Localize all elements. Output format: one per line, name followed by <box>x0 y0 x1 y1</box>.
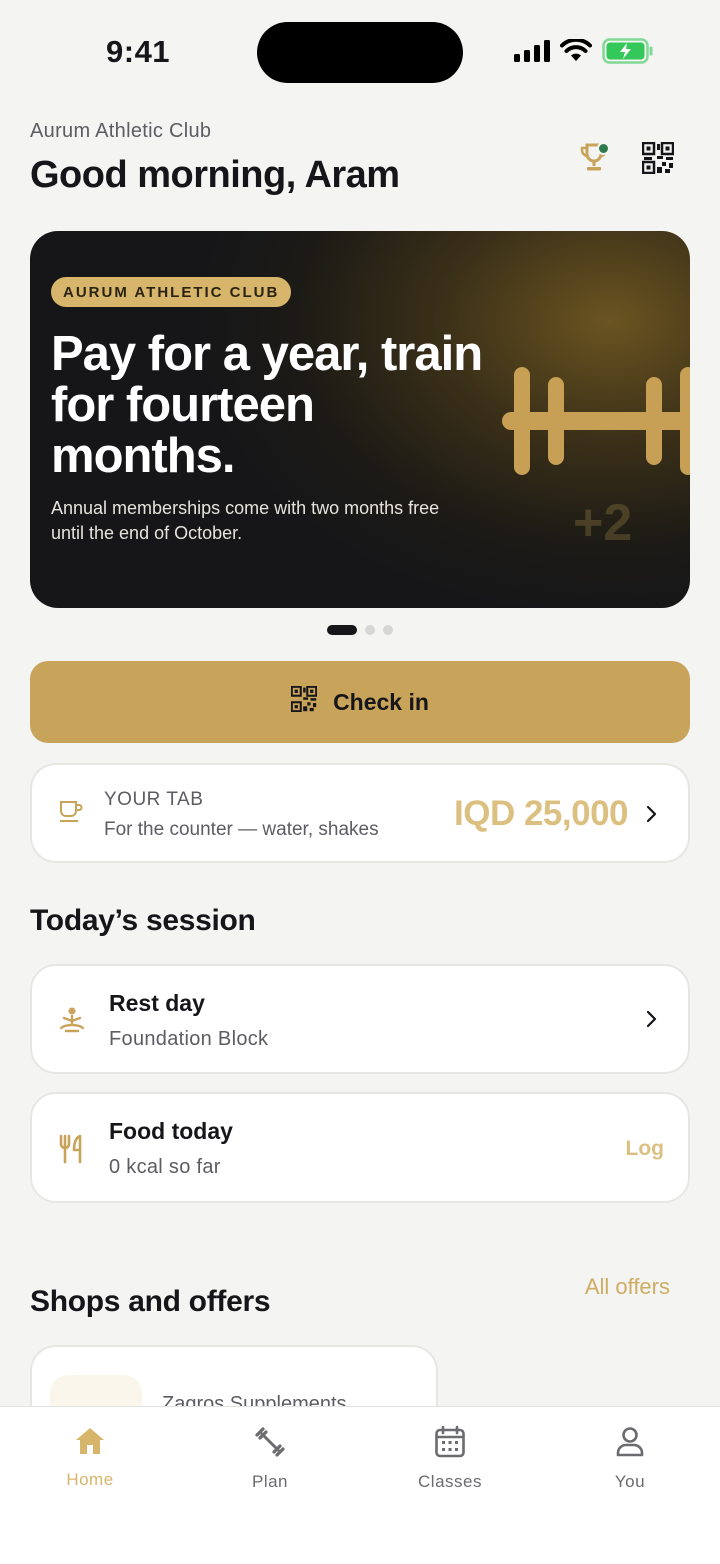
home-icon <box>73 1425 107 1462</box>
tab-plan-label: Plan <box>251 1472 289 1491</box>
tab-description: For the counter — water, shakes <box>104 819 379 840</box>
tab-you-label: You <box>614 1472 646 1491</box>
promo-tag: AURUM ATHLETIC CLUB <box>51 277 292 307</box>
check-in-label: Check in <box>333 688 429 715</box>
food-today-card[interactable]: Food today 0 kcal so far Log <box>30 1092 690 1203</box>
person-icon <box>614 1425 646 1464</box>
rest-day-card[interactable]: Rest day Foundation Block <box>30 964 690 1074</box>
qr-code-icon <box>290 685 318 718</box>
chevron-right-icon <box>646 1010 658 1033</box>
food-today-subtitle: 0 kcal so far <box>109 1156 221 1178</box>
todays-session-heading: Today’s session <box>30 904 256 937</box>
all-offers-link[interactable]: All offers <box>585 1274 670 1300</box>
tab-home-label: Home <box>66 1470 114 1489</box>
tab-balance-card[interactable]: YOUR TAB For the counter — water, shakes… <box>30 763 690 863</box>
carousel-dot-2[interactable] <box>365 625 375 635</box>
tab-plan[interactable]: Plan <box>210 1425 330 1492</box>
tab-home[interactable]: Home <box>30 1425 150 1490</box>
tab-amount: IQD 25,000 <box>454 794 629 833</box>
dumbbell-icon <box>253 1425 287 1464</box>
chevron-right-icon <box>646 805 658 828</box>
tab-you[interactable]: You <box>570 1425 690 1492</box>
qr-code-icon <box>641 141 675 179</box>
status-time: 9:41 <box>106 34 171 69</box>
bottom-tab-bar: Home Plan Classes You <box>0 1406 720 1564</box>
carousel-pagination[interactable] <box>0 625 720 635</box>
wifi-icon <box>560 37 592 68</box>
promo-subtitle: Annual memberships come with two months … <box>51 498 440 543</box>
promo-bonus-badge: +2 <box>573 494 633 552</box>
club-name: Aurum Athletic Club <box>30 120 212 142</box>
notification-dot <box>597 142 610 155</box>
signal-icon <box>514 39 550 67</box>
shops-offers-heading: Shops and offers <box>30 1285 271 1318</box>
cup-icon <box>58 799 84 830</box>
tab-label: YOUR TAB <box>104 789 204 810</box>
promo-title: Pay for a year, train for fourteen month… <box>51 327 483 483</box>
tab-classes-label: Classes <box>418 1472 482 1491</box>
status-icons <box>514 37 654 69</box>
calendar-icon <box>434 1425 466 1464</box>
dynamic-island <box>257 22 463 83</box>
status-bar: 9:41 <box>0 0 720 100</box>
check-in-button[interactable]: Check in <box>30 661 690 743</box>
carousel-dot-1[interactable] <box>327 625 357 635</box>
food-today-title: Food today <box>109 1118 233 1144</box>
log-food-button[interactable]: Log <box>626 1137 664 1161</box>
rest-day-subtitle: Foundation Block <box>109 1028 269 1050</box>
tab-classes[interactable]: Classes <box>390 1425 510 1492</box>
meditation-icon <box>58 1006 86 1039</box>
header-actions <box>576 141 676 179</box>
promo-banner[interactable]: AURUM ATHLETIC CLUB Pay for a year, trai… <box>30 231 690 608</box>
page-title: Good morning, Aram <box>30 154 400 196</box>
qr-code-button[interactable] <box>640 141 676 179</box>
battery-icon <box>602 37 654 69</box>
carousel-dot-3[interactable] <box>383 625 393 635</box>
rest-day-title: Rest day <box>109 990 205 1016</box>
utensils-icon <box>58 1134 86 1169</box>
achievements-button[interactable] <box>576 142 612 178</box>
